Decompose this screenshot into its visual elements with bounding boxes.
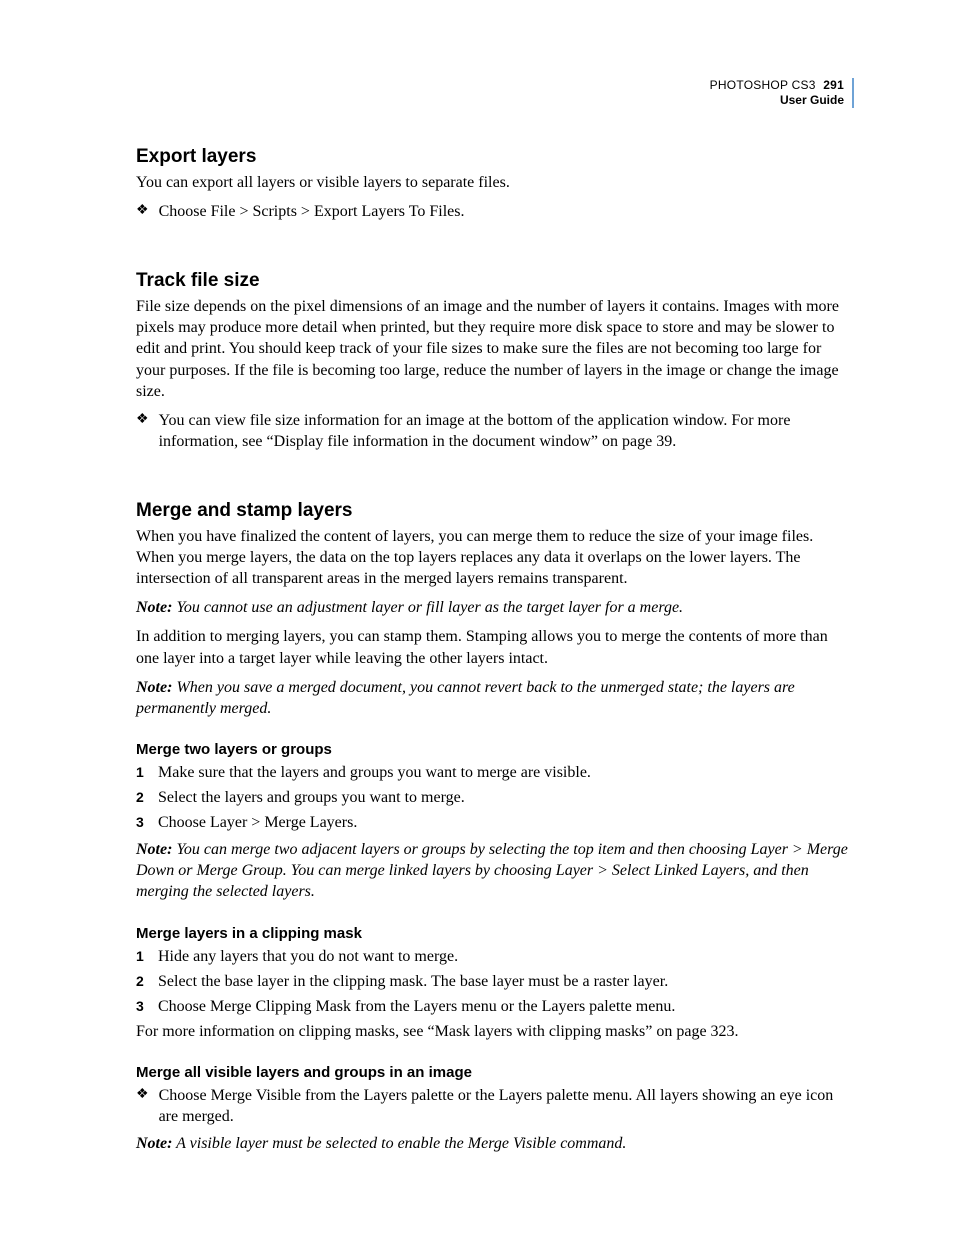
merge-note-1: Note: You cannot use an adjustment layer…	[136, 597, 854, 618]
note-label: Note:	[136, 841, 172, 858]
diamond-bullet-icon: ❖	[136, 1085, 149, 1105]
product-name: PHOTOSHOP CS3	[710, 78, 816, 92]
list-item: 1 Make sure that the layers and groups y…	[136, 762, 854, 783]
page: PHOTOSHOP CS3 291 User Guide Export laye…	[0, 0, 954, 1235]
diamond-bullet-icon: ❖	[136, 201, 149, 221]
heading-track-file-size: Track file size	[136, 270, 854, 292]
content-area: Export layers You can export all layers …	[136, 78, 854, 1154]
export-bullet-text: Choose File > Scripts > Export Layers To…	[159, 201, 854, 222]
list-item: 2 Select the base layer in the clipping …	[136, 971, 854, 992]
note-label: Note:	[136, 599, 172, 616]
subheading-merge-two: Merge two layers or groups	[136, 741, 854, 758]
list-item: 2 Select the layers and groups you want …	[136, 787, 854, 808]
merge-p1: When you have finalized the content of l…	[136, 526, 854, 589]
header-line-2: User Guide	[780, 93, 854, 108]
track-bullet-text: You can view file size information for a…	[159, 410, 854, 452]
subheading-clipping-mask: Merge layers in a clipping mask	[136, 925, 854, 942]
running-header: PHOTOSHOP CS3 291 User Guide	[710, 78, 854, 108]
merge-note-2: Note: When you save a merged document, y…	[136, 677, 854, 719]
merge-p2: In addition to merging layers, you can s…	[136, 626, 854, 668]
merge-visible-bullet: ❖ Choose Merge Visible from the Layers p…	[136, 1085, 854, 1127]
step-number: 1	[136, 762, 148, 782]
step-number: 3	[136, 812, 148, 832]
note-text: You cannot use an adjustment layer or fi…	[176, 599, 683, 616]
step-text: Make sure that the layers and groups you…	[158, 762, 854, 783]
merge-two-note: Note: You can merge two adjacent layers …	[136, 839, 854, 902]
step-number: 2	[136, 971, 148, 991]
clipping-after: For more information on clipping masks, …	[136, 1021, 854, 1042]
note-label: Note:	[136, 679, 172, 696]
step-number: 2	[136, 787, 148, 807]
note-label: Note:	[136, 1135, 172, 1152]
step-text: Choose Layer > Merge Layers.	[158, 812, 854, 833]
page-number: 291	[823, 78, 844, 92]
list-item: 1 Hide any layers that you do not want t…	[136, 946, 854, 967]
step-text: Select the layers and groups you want to…	[158, 787, 854, 808]
note-text: You can merge two adjacent layers or gro…	[136, 841, 848, 900]
merge-visible-text: Choose Merge Visible from the Layers pal…	[159, 1085, 854, 1127]
subheading-merge-visible: Merge all visible layers and groups in a…	[136, 1064, 854, 1081]
track-body: File size depends on the pixel dimension…	[136, 296, 854, 402]
step-text: Choose Merge Clipping Mask from the Laye…	[158, 996, 854, 1017]
export-body: You can export all layers or visible lay…	[136, 172, 854, 193]
export-bullet-row: ❖ Choose File > Scripts > Export Layers …	[136, 201, 854, 222]
step-number: 3	[136, 996, 148, 1016]
step-text: Select the base layer in the clipping ma…	[158, 971, 854, 992]
note-text: A visible layer must be selected to enab…	[176, 1135, 626, 1152]
list-item: 3 Choose Layer > Merge Layers.	[136, 812, 854, 833]
track-bullet-row: ❖ You can view file size information for…	[136, 410, 854, 452]
step-text: Hide any layers that you do not want to …	[158, 946, 854, 967]
header-line-1: PHOTOSHOP CS3 291	[710, 78, 854, 93]
diamond-bullet-icon: ❖	[136, 410, 149, 430]
list-item: 3 Choose Merge Clipping Mask from the La…	[136, 996, 854, 1017]
merge-visible-note: Note: A visible layer must be selected t…	[136, 1133, 854, 1154]
step-number: 1	[136, 946, 148, 966]
note-text: When you save a merged document, you can…	[136, 679, 795, 717]
heading-merge-stamp: Merge and stamp layers	[136, 500, 854, 522]
heading-export-layers: Export layers	[136, 146, 854, 168]
